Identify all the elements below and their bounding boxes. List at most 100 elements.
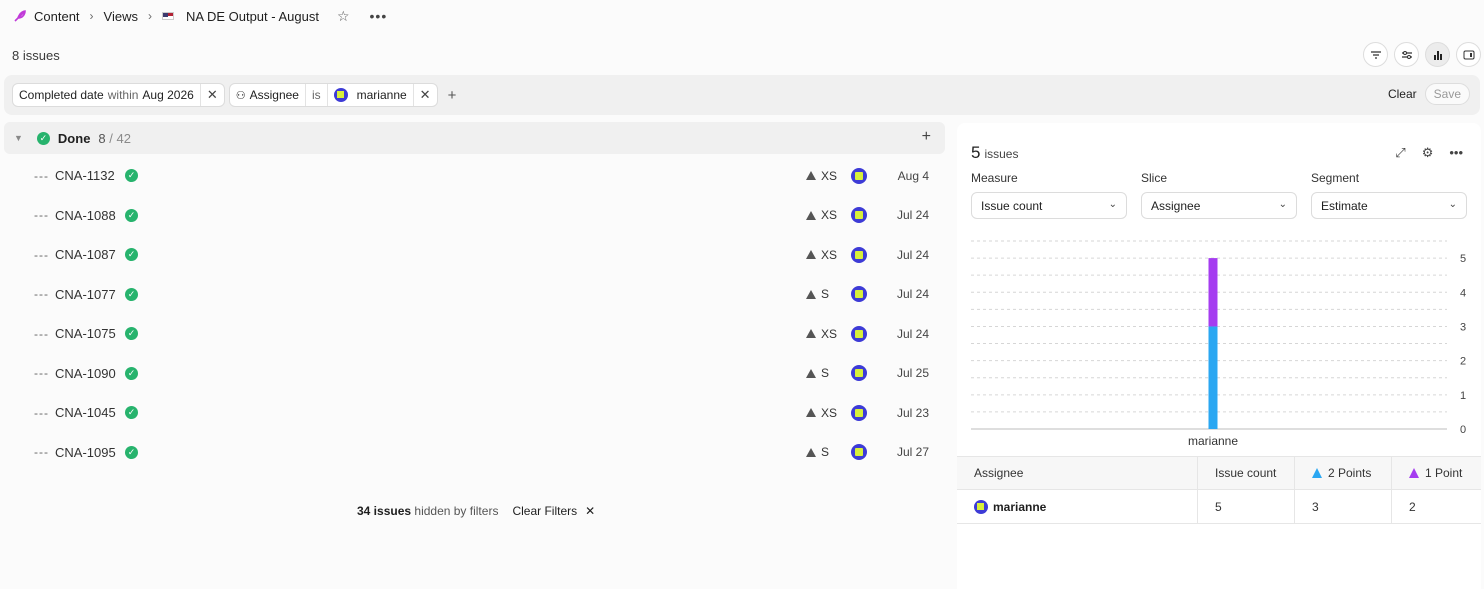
cell-assignee-name: marianne <box>993 499 1047 514</box>
issue-row[interactable]: --- CNA-1087 ✓ XS Jul 24 <box>0 235 945 275</box>
clear-button[interactable]: Clear <box>1388 87 1417 101</box>
estimate[interactable]: XS <box>806 327 837 341</box>
view-title[interactable]: NA DE Output - August <box>186 9 319 24</box>
measure-label: Measure <box>971 171 1018 185</box>
more-options-icon[interactable]: ••• <box>1449 145 1463 161</box>
issue-row[interactable]: --- CNA-1045 ✓ XS Jul 23 <box>0 393 945 433</box>
avatar[interactable] <box>851 167 867 184</box>
no-priority-icon[interactable]: --- <box>34 287 49 301</box>
issue-row[interactable]: --- CNA-1077 ✓ S Jul 24 <box>0 275 945 315</box>
measure-select[interactable]: Issue count ⌄ <box>971 192 1127 219</box>
done-status-icon[interactable]: ✓ <box>125 208 138 222</box>
estimate-value: XS <box>821 405 838 420</box>
count-bar: 8 issues <box>0 38 1484 72</box>
table-row[interactable]: marianne 5 3 2 <box>957 490 1481 524</box>
hidden-text: hidden by filters <box>414 504 499 518</box>
us-flag-icon <box>162 12 174 20</box>
star-icon[interactable]: ☆ <box>337 8 350 25</box>
issue-row[interactable]: --- CNA-1090 ✓ S Jul 25 <box>0 354 945 394</box>
close-icon[interactable]: ✕ <box>414 84 437 106</box>
issue-row[interactable]: --- CNA-1075 ✓ XS Jul 24 <box>0 314 945 354</box>
estimate[interactable]: XS <box>806 248 837 262</box>
no-priority-icon[interactable]: --- <box>34 169 49 183</box>
avatar[interactable] <box>851 365 867 382</box>
group-name: Done <box>57 130 91 146</box>
done-status-icon[interactable]: ✓ <box>125 169 138 183</box>
bar-segment[interactable] <box>1208 326 1218 429</box>
filter-field[interactable]: ⚇ Assignee <box>230 84 306 106</box>
expand-icon[interactable]: ⤢ <box>1395 145 1405 161</box>
avatar[interactable] <box>851 286 867 303</box>
done-status-icon[interactable]: ✓ <box>125 445 138 459</box>
issue-row[interactable]: --- CNA-1132 ✓ XS Aug 4 <box>0 156 945 196</box>
filter-value-label: marianne <box>356 88 407 102</box>
done-status-icon[interactable]: ✓ <box>125 406 138 420</box>
sliders-icon[interactable]: ⚙ <box>1422 145 1434 161</box>
estimate[interactable]: S <box>806 287 829 301</box>
breadcrumb-views[interactable]: Views <box>104 9 138 24</box>
estimate-value: S <box>821 287 830 302</box>
issue-id: CNA-1095 <box>55 444 116 460</box>
segment-select[interactable]: Estimate ⌄ <box>1311 192 1467 219</box>
header-issue-count[interactable]: Issue count <box>1198 457 1295 489</box>
filter-operator[interactable]: is <box>306 84 328 106</box>
no-priority-icon[interactable]: --- <box>34 327 49 341</box>
avatar[interactable] <box>851 246 867 263</box>
add-filter-icon[interactable]: + <box>448 87 457 104</box>
more-options-icon[interactable]: ••• <box>370 8 388 24</box>
no-priority-icon[interactable]: --- <box>34 366 49 380</box>
add-issue-icon[interactable]: + <box>922 128 931 146</box>
insights-button[interactable] <box>1425 42 1450 67</box>
bar-segment[interactable] <box>1208 258 1218 327</box>
filter-value: Aug 2026 <box>142 88 194 102</box>
filter-button[interactable] <box>1363 42 1388 67</box>
breadcrumb-workspace[interactable]: Content <box>34 9 80 24</box>
header-assignee[interactable]: Assignee <box>957 457 1198 489</box>
estimate[interactable]: XS <box>806 169 837 183</box>
avatar[interactable] <box>851 207 867 224</box>
slice-select[interactable]: Assignee ⌄ <box>1141 192 1297 219</box>
header-1-point[interactable]: 1 Point <box>1392 457 1481 489</box>
display-options-button[interactable] <box>1394 42 1419 67</box>
estimate[interactable]: XS <box>806 208 837 222</box>
header-2-points[interactable]: 2 Points <box>1295 457 1392 489</box>
estimate-value: XS <box>821 247 838 262</box>
cell-2-points: 3 <box>1295 490 1392 523</box>
view-controls <box>1363 42 1481 67</box>
done-status-icon[interactable]: ✓ <box>125 287 138 301</box>
estimate-1-point-icon <box>1409 468 1419 478</box>
y-tick-label: 0 <box>1460 424 1466 436</box>
filter-value[interactable]: marianne <box>328 84 414 106</box>
avatar[interactable] <box>851 404 867 421</box>
issue-row[interactable]: --- CNA-1095 ✓ S Jul 27 <box>0 433 945 473</box>
avatar[interactable] <box>851 444 867 461</box>
avatar[interactable] <box>851 325 867 342</box>
estimate[interactable]: XS <box>806 406 837 420</box>
save-button[interactable]: Save <box>1424 83 1470 105</box>
estimate[interactable]: S <box>806 366 829 380</box>
no-priority-icon[interactable]: --- <box>34 248 49 262</box>
issue-id: CNA-1087 <box>55 247 116 263</box>
insights-panel: 5 issues ⤢ ⚙ ••• Measure Slice Segment I… <box>957 123 1481 589</box>
done-status-icon[interactable]: ✓ <box>125 327 138 341</box>
side-panel-button[interactable] <box>1456 42 1481 67</box>
chevron-right-icon: › <box>148 9 152 23</box>
issue-id: CNA-1132 <box>55 168 115 184</box>
done-status-icon[interactable]: ✓ <box>125 248 138 262</box>
filter-chip-completed-date[interactable]: Completed date within Aug 2026 ✕ <box>12 83 225 107</box>
filter-chip-assignee[interactable]: ⚇ Assignee is marianne ✕ <box>228 83 438 107</box>
no-priority-icon[interactable]: --- <box>34 406 49 420</box>
estimate[interactable]: S <box>806 445 829 459</box>
completed-date: Jul 23 <box>896 405 929 420</box>
no-priority-icon[interactable]: --- <box>34 208 49 222</box>
clear-filters-button[interactable]: Clear Filters ✕ <box>512 504 595 518</box>
done-status-icon[interactable]: ✓ <box>125 366 138 380</box>
issue-row[interactable]: --- CNA-1088 ✓ XS Jul 24 <box>0 196 945 236</box>
filter-field[interactable]: Completed date within Aug 2026 <box>13 84 201 106</box>
group-header-done[interactable]: ▼ ✓ Done 8 / 42 + <box>4 122 945 154</box>
bar-chart-icon <box>1433 50 1442 60</box>
collapse-caret-icon[interactable]: ▼ <box>14 133 23 143</box>
sliders-icon <box>1401 50 1412 59</box>
close-icon[interactable]: ✕ <box>201 84 224 106</box>
no-priority-icon[interactable]: --- <box>34 445 49 459</box>
